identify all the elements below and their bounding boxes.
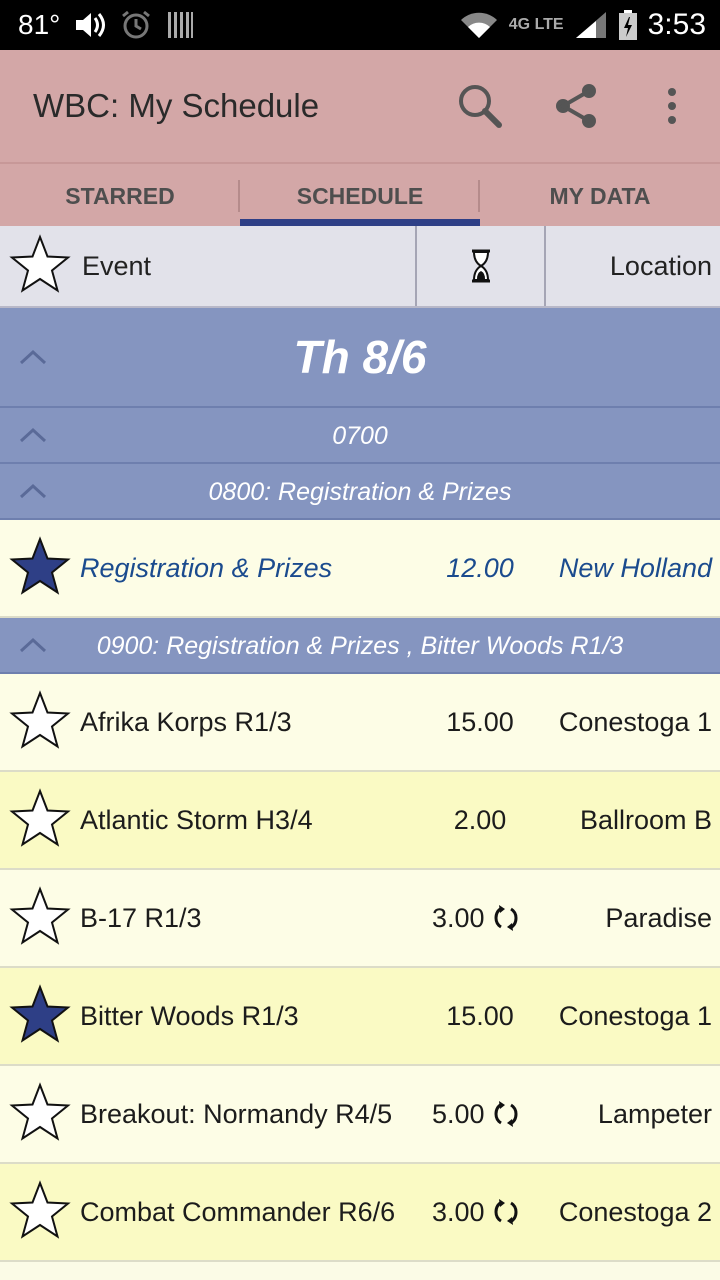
continuous-icon <box>494 1199 518 1225</box>
event-row[interactable]: B-17 R1/3 3.00 Paradise <box>0 870 720 968</box>
event-header-label: Event <box>82 250 152 281</box>
event-location: Conestoga 2 <box>558 1196 712 1227</box>
collapse-caret-icon <box>19 349 47 365</box>
continuous-icon <box>494 1101 518 1127</box>
tab-label: STARRED <box>65 183 175 209</box>
event-row[interactable]: Afrika Korps R1/3 15.00 Conestoga 1 <box>0 674 720 772</box>
event-duration: 5.00 <box>432 1098 485 1129</box>
event-row[interactable]: Atlantic Storm H3/4 2.00 Ballroom B <box>0 772 720 870</box>
day-header[interactable]: Th 8/6 <box>0 308 720 408</box>
event-location: New Holland <box>558 552 712 583</box>
signal-icon <box>574 10 608 40</box>
clock: 3:53 <box>647 8 706 41</box>
status-bar: 81° 4G LTE 3:53 <box>0 0 720 50</box>
star-all-toggle[interactable] <box>6 232 74 300</box>
event-location: Paradise <box>605 902 712 933</box>
event-name: Combat Commander R6/6 <box>80 1196 396 1227</box>
time-group-header[interactable]: 0800: Registration & Prizes <box>0 464 720 520</box>
event-name: Registration & Prizes <box>80 552 333 583</box>
event-name: Atlantic Storm H3/4 <box>80 804 313 835</box>
share-icon <box>556 84 596 128</box>
star-toggle[interactable] <box>6 884 74 952</box>
event-duration: 12.00 <box>446 552 514 583</box>
collapse-caret-icon <box>19 637 47 653</box>
event-duration: 15.00 <box>446 1000 514 1031</box>
star-filled-icon <box>9 536 71 595</box>
star-outline-icon <box>9 234 71 293</box>
event-name: Breakout: Normandy R4/5 <box>80 1098 393 1129</box>
day-title: Th 8/6 <box>293 331 427 383</box>
event-duration: 2.00 <box>453 804 507 835</box>
star-outline-icon <box>9 788 71 847</box>
column-header: Event Location <box>0 226 720 308</box>
tab-label: MY DATA <box>549 183 651 209</box>
event-duration: 3.00 <box>432 1196 485 1227</box>
star-toggle[interactable] <box>6 786 74 854</box>
star-outline-icon <box>9 1082 71 1141</box>
star-filled-icon <box>9 984 71 1043</box>
event-row[interactable]: Registration & Prizes 12.00 New Holland <box>0 520 720 618</box>
event-duration: 15.00 <box>446 706 514 737</box>
tab-my-data[interactable]: MY DATA <box>480 164 720 226</box>
network-type: 4G LTE <box>508 16 564 33</box>
event-row[interactable]: Combat Commander R6/6 3.00 Conestoga 2 <box>0 1164 720 1262</box>
temperature: 81° <box>18 9 61 40</box>
time-group-header[interactable]: 0700 <box>0 408 720 464</box>
alarm-icon <box>120 9 152 41</box>
time-group-title: 0800: Registration & Prizes <box>208 478 512 506</box>
tab-bar: STARRED SCHEDULE MY DATA <box>0 164 720 226</box>
event-column-header[interactable]: Event <box>0 226 417 306</box>
event-duration: 3.00 <box>432 902 485 933</box>
event-row[interactable]: Bitter Woods R1/3 15.00 Conestoga 1 <box>0 968 720 1066</box>
search-icon <box>459 85 502 128</box>
star-outline-icon <box>9 886 71 945</box>
overflow-menu-icon <box>668 88 676 124</box>
event-duration-group: 3.00 <box>432 903 519 934</box>
duration-column-header[interactable] <box>417 226 546 306</box>
event-location: Conestoga 1 <box>558 1000 712 1031</box>
event-duration-group: 5.00 <box>432 1099 519 1130</box>
time-group-title: 0900: Registration & Prizes , Bitter Woo… <box>96 632 624 660</box>
location-column-header[interactable]: Location <box>546 226 720 306</box>
continuous-icon <box>494 905 518 931</box>
star-toggle[interactable] <box>6 688 74 756</box>
tab-schedule[interactable]: SCHEDULE <box>240 164 480 226</box>
time-group-header[interactable]: 0900: Registration & Prizes , Bitter Woo… <box>0 618 720 674</box>
wifi-icon <box>459 10 499 40</box>
share-button[interactable] <box>548 78 604 134</box>
overflow-menu-button[interactable] <box>644 78 700 134</box>
event-location: Conestoga 1 <box>558 706 712 737</box>
location-header-label: Location <box>609 250 712 281</box>
event-name: B-17 R1/3 <box>80 902 202 933</box>
collapse-caret-icon <box>19 427 47 443</box>
volume-icon <box>74 10 106 40</box>
star-toggle[interactable] <box>6 1178 74 1246</box>
event-location: Lampeter <box>597 1098 712 1129</box>
collapse-caret-icon <box>19 483 47 499</box>
battery-icon <box>618 9 638 41</box>
event-duration-group: 3.00 <box>432 1197 519 1228</box>
tab-label: SCHEDULE <box>296 183 424 209</box>
star-toggle[interactable] <box>6 1080 74 1148</box>
hourglass-icon <box>471 249 490 283</box>
star-toggle[interactable] <box>6 534 74 602</box>
star-outline-icon <box>9 1180 71 1239</box>
event-location: Ballroom B <box>579 804 712 835</box>
app-bar: WBC: My Schedule <box>0 50 720 164</box>
tab-starred[interactable]: STARRED <box>0 164 240 226</box>
event-name: Bitter Woods R1/3 <box>80 1000 299 1031</box>
app-title: WBC: My Schedule <box>33 87 320 124</box>
time-group-title: 0700 <box>332 422 388 450</box>
search-button[interactable] <box>452 78 508 134</box>
event-name: Afrika Korps R1/3 <box>80 706 292 737</box>
event-row[interactable]: Breakout: Normandy R4/5 5.00 Lampeter <box>0 1066 720 1164</box>
star-toggle[interactable] <box>6 982 74 1050</box>
star-outline-icon <box>9 690 71 749</box>
barcode-icon <box>166 10 194 40</box>
